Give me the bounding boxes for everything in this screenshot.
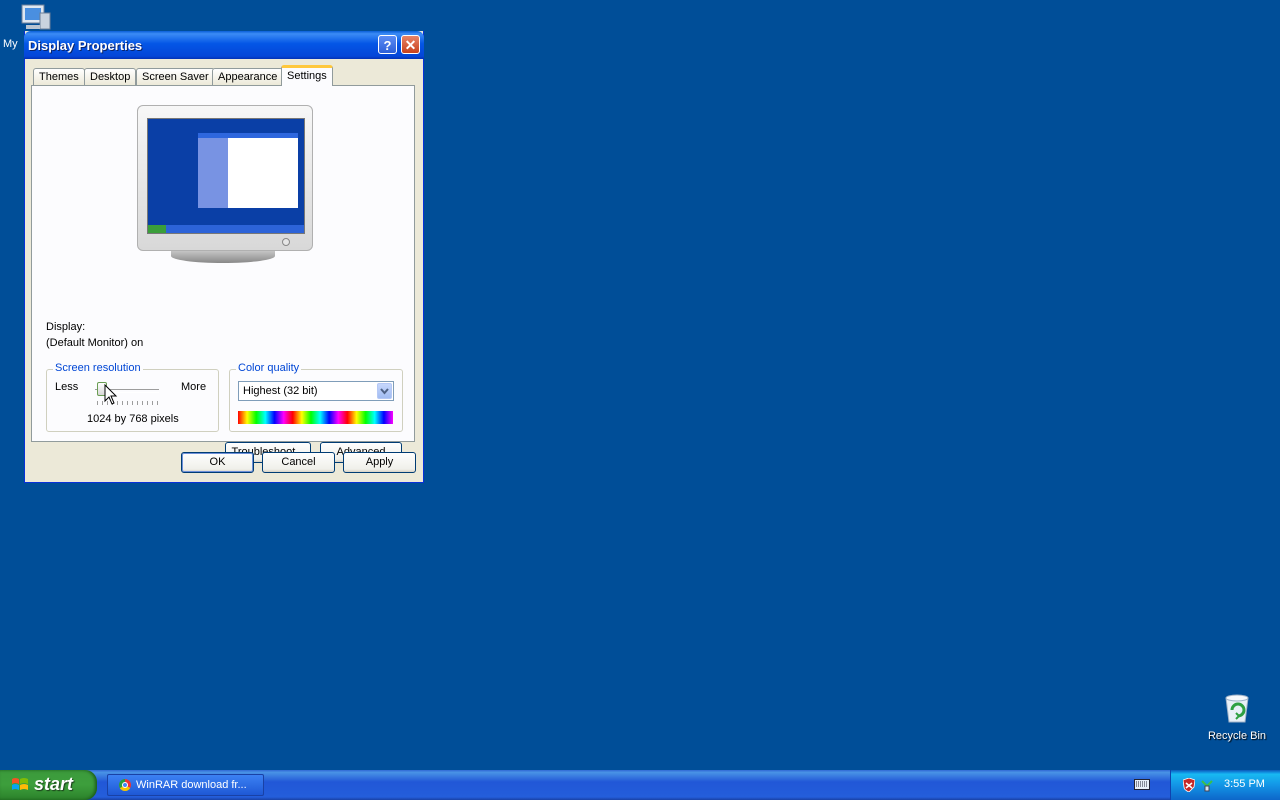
tab-themes[interactable]: Themes	[33, 68, 85, 85]
apply-button[interactable]: Apply	[343, 452, 416, 473]
color-quality-dropdown[interactable]: Highest (32 bit)	[238, 381, 394, 401]
screen-resolution-title: Screen resolution	[53, 362, 143, 374]
dropdown-arrow-button[interactable]	[377, 383, 392, 399]
cancel-button[interactable]: Cancel	[262, 452, 335, 473]
computer-icon	[21, 4, 51, 30]
screen-resolution-group: Screen resolution Less More 1024 by 768 …	[46, 362, 219, 432]
tab-settings[interactable]: Settings	[281, 65, 333, 86]
recycle-bin-label: Recycle Bin	[1207, 730, 1267, 742]
network-icon[interactable]	[1200, 778, 1214, 792]
clock: 3:55 PM	[1224, 778, 1265, 790]
monitor-preview	[137, 105, 313, 263]
start-button[interactable]: start	[0, 770, 97, 800]
recycle-bin-desktop-icon[interactable]: Recycle Bin	[1200, 692, 1274, 742]
display-value: (Default Monitor) on	[46, 337, 144, 349]
chevron-down-icon	[380, 388, 389, 395]
preview-window	[198, 133, 298, 208]
ok-button[interactable]: OK	[181, 452, 254, 473]
monitor-screen	[147, 118, 305, 234]
security-shield-icon[interactable]	[1183, 778, 1195, 792]
close-button[interactable]: ✕	[401, 35, 420, 54]
chrome-icon	[119, 779, 131, 791]
color-quality-title: Color quality	[236, 362, 302, 374]
less-label: Less	[55, 381, 79, 393]
color-quality-group: Color quality Highest (32 bit)	[229, 362, 403, 432]
start-label: start	[34, 774, 74, 794]
settings-tab-panel: Display: (Default Monitor) on Screen res…	[31, 85, 415, 463]
tab-screen-saver[interactable]: Screen Saver	[136, 68, 215, 85]
window-title: Display Properties	[28, 38, 143, 53]
color-spectrum-bar	[238, 411, 393, 424]
tab-desktop[interactable]: Desktop	[84, 68, 137, 85]
windows-flag-icon	[12, 778, 28, 790]
monitor-stand	[171, 249, 275, 263]
task-label: WinRAR download fr...	[136, 779, 247, 791]
power-button-icon	[282, 238, 290, 246]
mouse-cursor-icon	[104, 384, 118, 405]
resolution-value: 1024 by 768 pixels	[87, 413, 179, 425]
display-label: Display:	[46, 321, 86, 333]
tab-appearance[interactable]: Appearance	[212, 68, 284, 85]
keyboard-icon[interactable]	[1134, 779, 1150, 790]
monitor-frame	[137, 105, 313, 251]
preview-sidebar	[198, 138, 228, 208]
help-button[interactable]: ?	[378, 35, 397, 54]
preview-start	[148, 225, 166, 233]
taskbar: start WinRAR download fr... 3:55 PM	[0, 770, 1280, 800]
color-quality-selected: Highest (32 bit)	[243, 385, 318, 397]
recycle-bin-icon	[1225, 694, 1249, 723]
more-label: More	[181, 381, 207, 393]
system-tray: 3:55 PM	[1170, 770, 1280, 800]
taskbar-item-winrar[interactable]: WinRAR download fr...	[107, 774, 264, 796]
display-properties-window: Display Properties ? ✕ Themes Desktop Sc…	[24, 31, 424, 483]
preview-taskbar	[148, 225, 304, 233]
my-computer-label: My	[3, 38, 18, 50]
title-bar[interactable]: Display Properties ? ✕	[24, 31, 424, 59]
